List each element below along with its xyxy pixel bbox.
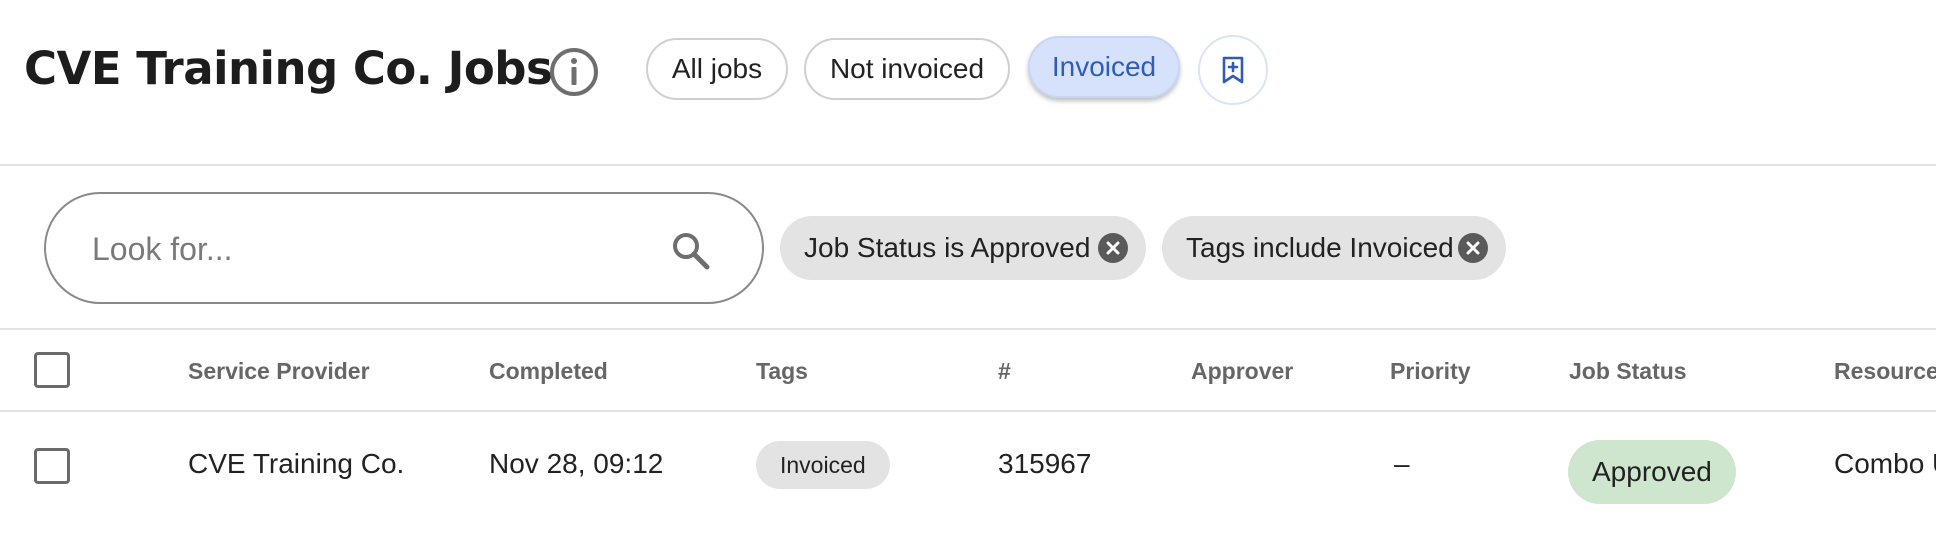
page-header: CVE Training Co. Jobs All jobs Not invoi… (0, 0, 1936, 166)
column-header-completed[interactable]: Completed (489, 358, 608, 385)
bookmark-add-icon (1222, 56, 1244, 84)
filter-chip-label: Job Status is Approved (804, 232, 1091, 263)
tab-invoiced[interactable]: Invoiced (1028, 36, 1180, 98)
table-row[interactable]: CVE Training Co. Nov 28, 09:12 Invoiced … (0, 412, 1936, 524)
cell-priority: – (1394, 448, 1410, 479)
tab-all-jobs[interactable]: All jobs (646, 38, 788, 100)
filter-chip-job-status: Job Status is Approved (780, 216, 1146, 280)
cell-completed: Nov 28, 09:12 (489, 448, 664, 479)
remove-filter-icon[interactable] (1098, 233, 1128, 263)
page-title: CVE Training Co. Jobs (24, 42, 553, 95)
column-header-number[interactable]: # (998, 358, 1011, 385)
cell-job-number[interactable]: 315967 (998, 448, 1091, 480)
tab-label: Invoiced (1051, 51, 1157, 82)
status-badge: Approved (1568, 440, 1736, 504)
filter-chip-tags: Tags include Invoiced (1162, 216, 1506, 280)
row-checkbox[interactable] (34, 448, 70, 484)
column-header-priority[interactable]: Priority (1390, 358, 1471, 385)
tab-label: All jobs (671, 53, 763, 84)
search-box[interactable] (44, 192, 764, 304)
search-icon[interactable] (670, 230, 712, 272)
status-label: Approved (1592, 456, 1712, 487)
cell-resource: Combo U (1834, 448, 1936, 479)
remove-filter-icon[interactable] (1458, 233, 1488, 263)
info-icon[interactable] (548, 46, 600, 98)
table-header: Service Provider Completed Tags # Approv… (0, 330, 1936, 412)
filter-bar: Job Status is Approved Tags include Invo… (0, 166, 1936, 330)
column-header-resource[interactable]: Resource (1834, 358, 1936, 385)
select-all-checkbox[interactable] (34, 352, 70, 388)
column-header-approver[interactable]: Approver (1191, 358, 1293, 385)
save-view-button[interactable] (1198, 35, 1268, 105)
column-header-tags[interactable]: Tags (756, 358, 808, 385)
cell-service-provider: CVE Training Co. (188, 448, 405, 479)
tab-not-invoiced[interactable]: Not invoiced (804, 38, 1010, 100)
tab-label: Not invoiced (829, 53, 985, 84)
filter-chip-label: Tags include Invoiced (1186, 232, 1454, 263)
column-header-job-status[interactable]: Job Status (1569, 358, 1687, 385)
tag-badge: Invoiced (756, 441, 890, 489)
search-input[interactable] (90, 222, 634, 276)
jobs-table: Service Provider Completed Tags # Approv… (0, 330, 1936, 524)
column-header-service-provider[interactable]: Service Provider (188, 358, 370, 385)
tag-label: Invoiced (780, 451, 866, 478)
